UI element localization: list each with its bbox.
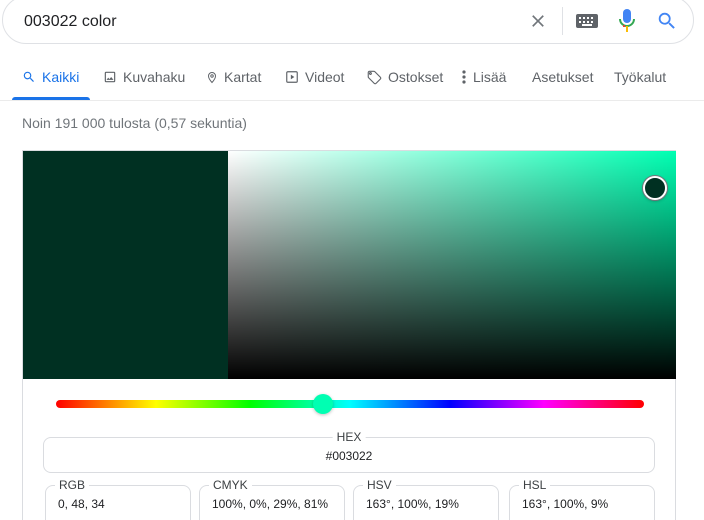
tab-maps[interactable]: Kartat xyxy=(206,60,261,100)
tab-all[interactable]: Kaikki xyxy=(12,60,90,100)
hue-slider[interactable] xyxy=(56,400,644,408)
tab-settings[interactable]: Asetukset xyxy=(532,60,593,100)
tab-label: Lisää xyxy=(473,69,507,85)
hsl-field[interactable]: HSL 163°, 100%, 9% xyxy=(509,478,655,520)
cmyk-label: CMYK xyxy=(209,478,252,492)
hsl-value[interactable]: 163°, 100%, 9% xyxy=(522,497,608,511)
search-box[interactable]: 003022 color xyxy=(2,0,694,44)
tab-shopping[interactable]: Ostokset xyxy=(367,60,443,100)
rgb-value[interactable]: 0, 48, 34 xyxy=(58,497,105,511)
tabs-divider xyxy=(0,100,704,101)
saturation-value-handle[interactable] xyxy=(643,176,667,200)
tab-images[interactable]: Kuvahaku xyxy=(103,60,185,100)
tab-label: Kartat xyxy=(224,69,262,85)
more-vert-icon xyxy=(462,70,466,84)
map-pin-icon xyxy=(207,71,217,84)
mic-icon[interactable] xyxy=(617,8,637,34)
hsv-field[interactable]: HSV 163°, 100%, 19% xyxy=(353,478,499,520)
hue-slider-handle[interactable] xyxy=(313,394,333,414)
rgb-label: RGB xyxy=(55,478,90,492)
saturation-value-panel[interactable] xyxy=(228,151,676,379)
hex-value[interactable]: #003022 xyxy=(44,449,654,463)
search-input[interactable]: 003022 color xyxy=(24,13,117,31)
result-stats: Noin 191 000 tulosta (0,57 sekuntia) xyxy=(22,115,247,131)
tab-label: Asetukset xyxy=(532,69,594,85)
play-icon xyxy=(286,71,298,83)
hsl-label: HSL xyxy=(519,478,551,492)
tab-videos[interactable]: Videot xyxy=(285,60,344,100)
hsv-value[interactable]: 163°, 100%, 19% xyxy=(366,497,459,511)
search-icon[interactable] xyxy=(656,10,678,32)
tab-label: Kuvahaku xyxy=(123,69,186,85)
image-icon xyxy=(104,71,116,83)
keyboard-icon[interactable] xyxy=(576,13,598,29)
search-tabs: Kaikki Kuvahaku Kartat Videot Ostokset L… xyxy=(0,60,704,100)
tab-label: Työkalut xyxy=(614,69,667,85)
color-swatch xyxy=(23,151,228,379)
tab-label: Ostokset xyxy=(388,69,444,85)
hsv-label: HSV xyxy=(363,478,396,492)
cmyk-value[interactable]: 100%, 0%, 29%, 81% xyxy=(212,497,328,511)
hex-field[interactable]: HEX #003022 xyxy=(43,430,655,473)
tab-label: Videot xyxy=(305,69,345,85)
tag-icon xyxy=(367,70,382,85)
hex-label: HEX xyxy=(332,430,366,444)
tab-more[interactable]: Lisää xyxy=(461,60,506,100)
rgb-field[interactable]: RGB 0, 48, 34 xyxy=(45,478,191,520)
search-icon xyxy=(23,71,34,82)
close-icon[interactable] xyxy=(528,11,548,31)
tab-label: Kaikki xyxy=(42,69,80,85)
search-divider xyxy=(562,7,563,35)
color-picker-card: HEX #003022 RGB 0, 48, 34 CMYK 100%, 0%,… xyxy=(22,150,676,520)
tab-tools[interactable]: Työkalut xyxy=(614,60,666,100)
cmyk-field[interactable]: CMYK 100%, 0%, 29%, 81% xyxy=(199,478,345,520)
